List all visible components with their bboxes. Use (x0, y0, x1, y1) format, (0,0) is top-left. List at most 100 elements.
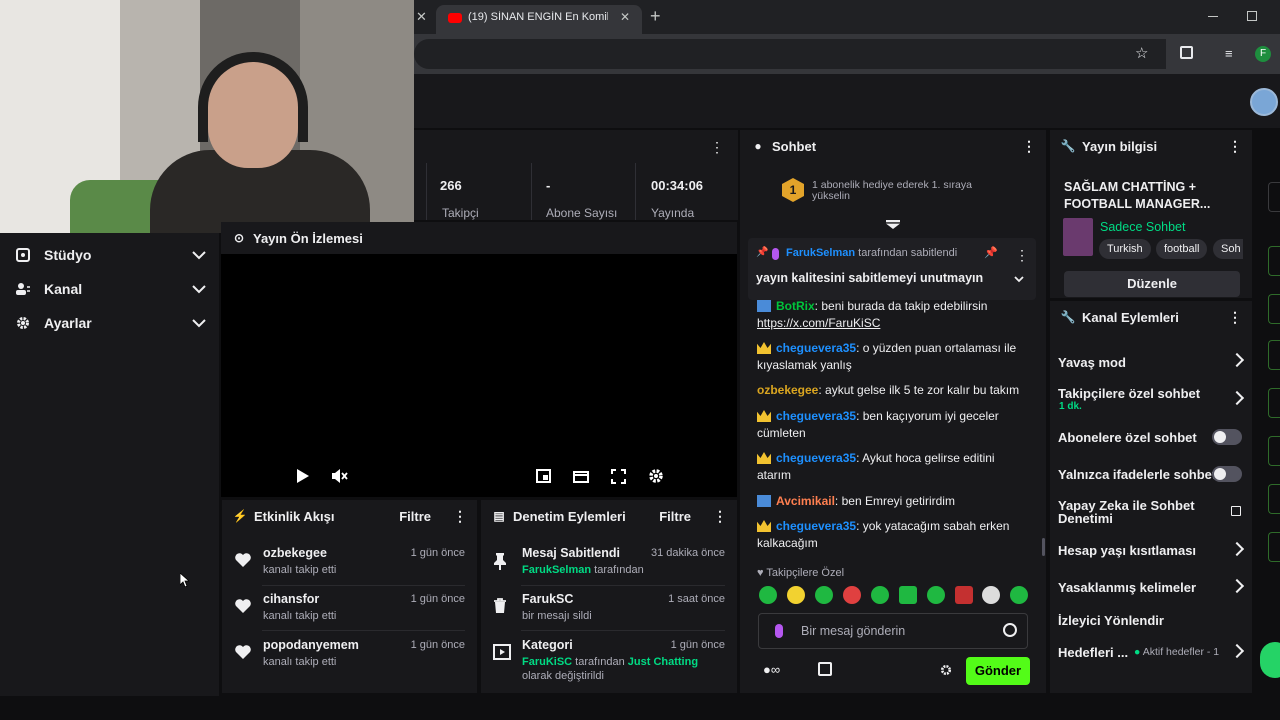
pin-icon (493, 552, 513, 570)
channel-points-icon[interactable]: ●∞ (763, 662, 780, 677)
emote-icon[interactable] (1010, 586, 1028, 604)
address-bar[interactable] (414, 39, 1166, 69)
mouse-cursor-icon (180, 573, 189, 587)
kebab-menu-icon[interactable]: ⋮ (1228, 139, 1242, 153)
activity-user[interactable]: popodanyemem (263, 638, 359, 652)
chat-input[interactable]: Bir mesaj gönderin (758, 613, 1028, 649)
tab-close-icon[interactable]: ✕ (416, 9, 427, 25)
activity-user[interactable]: ozbekegee (263, 546, 327, 560)
toolbar-button[interactable] (1268, 246, 1280, 276)
toolbar-button[interactable] (1268, 388, 1280, 418)
browser-tab-active[interactable]: (19) SİNAN ENGİN En Komik Sa ✕ (436, 5, 642, 34)
chat-scrollbar[interactable] (1042, 538, 1045, 556)
sidebar-item-settings[interactable]: Ayarlar (16, 311, 206, 335)
minimize-icon[interactable] (1208, 16, 1218, 17)
chat-username[interactable]: BotRix (776, 299, 815, 313)
panel-header: ⊙ Yayın Ön İzlemesi (221, 222, 737, 254)
emote-icon[interactable] (759, 586, 777, 604)
toolbar-button[interactable] (1268, 532, 1280, 562)
panel-title: Yayın bilgisi (1082, 138, 1158, 154)
user-avatar[interactable] (1250, 88, 1278, 116)
maximize-icon[interactable] (1247, 11, 1257, 21)
chat-message: ozbekegee: aykut gelse ilk 5 te zor kalı… (757, 382, 1029, 399)
emote-icon[interactable] (871, 586, 889, 604)
chat-username[interactable]: Avcimikail (776, 494, 835, 508)
emoji-picker-icon[interactable] (1003, 623, 1017, 637)
pip-icon[interactable] (536, 469, 551, 483)
subscribers-only-toggle[interactable] (1212, 429, 1242, 445)
channel-action-label: Yavaş mod (1058, 355, 1126, 370)
kebab-menu-icon[interactable]: ⋮ (713, 509, 727, 523)
pinned-message[interactable]: 📌 FarukSelman tarafından sabitlendi 📌 ⋮ … (748, 238, 1036, 300)
moderation-user[interactable]: FaruKiSC (522, 656, 572, 668)
stream-tag[interactable]: football (1156, 239, 1208, 259)
edit-stream-button[interactable]: Düzenle (1064, 271, 1240, 297)
play-icon[interactable] (297, 469, 309, 483)
emotes-only-toggle[interactable] (1212, 466, 1242, 482)
emote-icon[interactable] (843, 586, 861, 604)
bookmark-star-icon[interactable]: ☆ (1135, 44, 1148, 62)
profile-avatar[interactable]: F (1255, 46, 1271, 62)
toolbar-button[interactable] (1268, 436, 1280, 466)
send-button[interactable]: Gönder (966, 657, 1030, 685)
activity-action: kanalı takip etti (263, 656, 337, 668)
chat-username[interactable]: ozbekegee (757, 383, 818, 397)
filter-button[interactable]: Filtre (659, 509, 691, 524)
channel-action-label: Takipçilere özel sohbet (1058, 386, 1201, 401)
filter-button[interactable]: Filtre (399, 509, 431, 524)
expand-chevron-icon[interactable] (1014, 276, 1024, 283)
mute-icon[interactable] (331, 468, 348, 484)
activity-user[interactable]: cihansfor (263, 592, 319, 606)
stats-divider (531, 163, 532, 220)
mic-badge-icon[interactable] (775, 624, 783, 638)
new-tab-icon[interactable]: + (650, 6, 661, 27)
fullscreen-icon[interactable] (611, 469, 626, 484)
toolbar-button[interactable] (1268, 340, 1280, 370)
wrench-icon: 🔧 (1060, 310, 1076, 324)
emote-icon[interactable] (787, 586, 805, 604)
gift-icon[interactable] (818, 662, 832, 676)
badge-icon (757, 495, 771, 507)
heart-icon: ♥ (757, 567, 764, 579)
emote-icon[interactable] (955, 586, 973, 604)
stream-tag[interactable]: Turkish (1099, 239, 1151, 259)
chevron-down-icon (192, 318, 206, 328)
toolbar-button[interactable] (1268, 294, 1280, 324)
chat-username[interactable]: cheguevera35 (776, 519, 856, 533)
kebab-menu-icon[interactable]: ⋮ (1015, 248, 1029, 262)
sidebar-item-studio[interactable]: Stüdyo (16, 243, 206, 267)
kebab-menu-icon[interactable]: ⋮ (710, 140, 724, 154)
tab-close-icon[interactable]: ✕ (620, 10, 630, 24)
emote-icon[interactable] (982, 586, 1000, 604)
kebab-menu-icon[interactable]: ⋮ (1228, 310, 1242, 324)
chat-link[interactable]: https://x.com/FaruKiSC (757, 316, 880, 330)
theatre-mode-icon[interactable] (573, 469, 589, 483)
moderation-category[interactable]: Just Chatting (628, 656, 698, 668)
category-thumbnail[interactable] (1063, 218, 1093, 256)
reading-list-icon[interactable]: ≡ (1225, 46, 1233, 61)
sidebar-item-channel[interactable]: Kanal (16, 277, 206, 301)
divider (521, 630, 725, 631)
list-item: Kategori FaruKiSC tarafından Just Chatti… (491, 638, 725, 682)
toolbar-button[interactable] (1268, 484, 1280, 514)
emote-icon[interactable] (927, 586, 945, 604)
category-name[interactable]: Sadece Sohbet (1100, 220, 1186, 234)
pinned-user[interactable]: FarukSelman (786, 247, 855, 259)
moderation-user[interactable]: FarukSelman (522, 564, 591, 576)
chat-username[interactable]: cheguevera35 (776, 341, 856, 355)
stream-tag[interactable]: Soh (1213, 239, 1243, 259)
toolbar-button[interactable] (1268, 182, 1280, 212)
chat-username[interactable]: cheguevera35 (776, 451, 856, 465)
kebab-menu-icon[interactable]: ⋮ (1022, 139, 1036, 153)
whatsapp-icon[interactable] (1260, 642, 1280, 678)
emote-icon[interactable] (899, 586, 917, 604)
scroll-down-icon[interactable] (886, 220, 900, 229)
kebab-menu-icon[interactable]: ⋮ (453, 509, 467, 523)
settings-gear-icon[interactable] (648, 468, 664, 484)
emote-icon[interactable] (815, 586, 833, 604)
unpin-icon[interactable]: 📌 (984, 246, 998, 259)
moderation-detail-text: tarafından (572, 656, 628, 668)
chat-username[interactable]: cheguevera35 (776, 409, 856, 423)
chat-settings-gear-icon[interactable] (940, 664, 952, 676)
extensions-icon[interactable] (1180, 46, 1193, 59)
